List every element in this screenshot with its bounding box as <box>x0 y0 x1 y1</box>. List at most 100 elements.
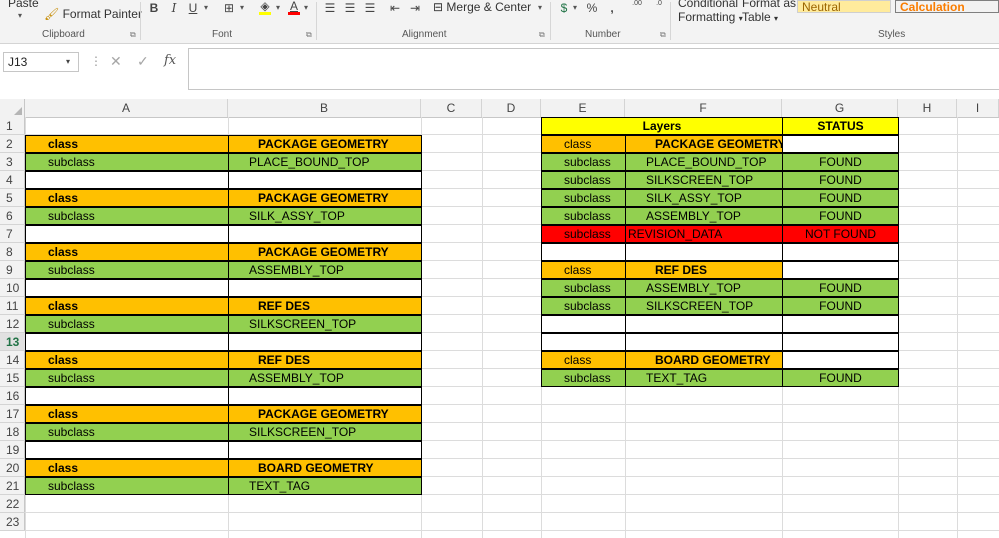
cell-g4[interactable]: FOUND <box>782 171 899 189</box>
increase-decimal-button[interactable]: .00 <box>629 0 645 16</box>
cell-a16[interactable] <box>25 387 229 405</box>
cell-b11[interactable]: REF DES <box>228 297 422 315</box>
cell-g7[interactable]: NOT FOUND <box>782 225 899 243</box>
cell-f6[interactable]: ASSEMBLY_TOP <box>625 207 783 225</box>
cell-e8[interactable] <box>541 243 626 261</box>
cell-a3[interactable]: subclass <box>25 153 229 171</box>
cell-b5[interactable]: PACKAGE GEOMETRY <box>228 189 422 207</box>
cell-f5[interactable]: SILK_ASSY_TOP <box>625 189 783 207</box>
cell-e3[interactable]: subclass <box>541 153 626 171</box>
column-header-g[interactable]: G <box>782 99 898 117</box>
row-header-18[interactable]: 18 <box>0 423 25 441</box>
cell-a19[interactable] <box>25 441 229 459</box>
select-all-button[interactable] <box>0 99 25 117</box>
cell-e6[interactable]: subclass <box>541 207 626 225</box>
cell-e1-layers-header[interactable]: Layers <box>541 117 783 135</box>
cell-g11[interactable]: FOUND <box>782 297 899 315</box>
cell-g15[interactable]: FOUND <box>782 369 899 387</box>
cell-b14[interactable]: REF DES <box>228 351 422 369</box>
align-right-icon[interactable]: ☰ <box>362 0 378 16</box>
enter-checkmark-icon[interactable]: ✓ <box>137 53 149 70</box>
bold-button[interactable]: B <box>146 0 162 16</box>
cell-a15[interactable]: subclass <box>25 369 229 387</box>
column-header-b[interactable]: B <box>228 99 421 117</box>
decrease-indent-icon[interactable]: ⇤ <box>387 0 403 16</box>
cell-f9[interactable]: REF DES <box>625 261 783 279</box>
cell-f10[interactable]: ASSEMBLY_TOP <box>625 279 783 297</box>
column-header-d[interactable]: D <box>482 99 541 117</box>
cell-f2[interactable]: PACKAGE GEOMETRY <box>625 135 783 153</box>
clipboard-launcher-icon[interactable]: ⧉ <box>130 30 136 40</box>
cell-e11[interactable]: subclass <box>541 297 626 315</box>
cell-a18[interactable]: subclass <box>25 423 229 441</box>
cell-area[interactable]: class PACKAGE GEOMETRY subclass PLACE_BOUND… <box>25 117 999 538</box>
cell-e5[interactable]: subclass <box>541 189 626 207</box>
cell-a20[interactable]: class <box>25 459 229 477</box>
conditional-formatting-button[interactable]: Conditional Formatting ▾ <box>678 0 743 24</box>
name-box-dropdown-icon[interactable]: ▾ <box>66 57 70 66</box>
cell-a4[interactable] <box>25 171 229 189</box>
cell-e4[interactable]: subclass <box>541 171 626 189</box>
row-header-6[interactable]: 6 <box>0 207 25 225</box>
cell-a2[interactable]: class <box>25 135 229 153</box>
align-left-icon[interactable]: ☰ <box>322 0 338 16</box>
cell-b10[interactable] <box>228 279 422 297</box>
column-header-a[interactable]: A <box>25 99 228 117</box>
cell-e10[interactable]: subclass <box>541 279 626 297</box>
cell-f8[interactable] <box>625 243 783 261</box>
row-header-22[interactable]: 22 <box>0 495 25 513</box>
row-header-7[interactable]: 7 <box>0 225 25 243</box>
row-header-4[interactable]: 4 <box>0 171 25 189</box>
cell-g14[interactable] <box>782 351 899 369</box>
cell-b3[interactable]: PLACE_BOUND_TOP <box>228 153 422 171</box>
row-header-19[interactable]: 19 <box>0 441 25 459</box>
insert-function-button[interactable]: fx <box>164 53 176 68</box>
column-header-i[interactable]: I <box>957 99 999 117</box>
row-header-14[interactable]: 14 <box>0 351 25 369</box>
neutral-style-button[interactable]: Neutral <box>797 0 891 13</box>
cell-a11[interactable]: class <box>25 297 229 315</box>
font-color-dropdown-icon[interactable]: ▾ <box>304 3 308 12</box>
cell-f12[interactable] <box>625 315 783 333</box>
cell-g2[interactable] <box>782 135 899 153</box>
column-header-f[interactable]: F <box>625 99 782 117</box>
cell-e14[interactable]: class <box>541 351 626 369</box>
row-header-15[interactable]: 15 <box>0 369 25 387</box>
row-header-8[interactable]: 8 <box>0 243 25 261</box>
cell-g5[interactable]: FOUND <box>782 189 899 207</box>
cell-b21[interactable]: TEXT_TAG <box>228 477 422 495</box>
cell-a10[interactable] <box>25 279 229 297</box>
paste-button[interactable]: Paste <box>8 0 39 10</box>
cell-b18[interactable]: SILKSCREEN_TOP <box>228 423 422 441</box>
decrease-decimal-button[interactable]: .0 <box>651 0 667 16</box>
cell-b8[interactable]: PACKAGE GEOMETRY <box>228 243 422 261</box>
cell-a12[interactable]: subclass <box>25 315 229 333</box>
calculation-style-button[interactable]: Calculation <box>895 0 999 13</box>
cell-b9[interactable]: ASSEMBLY_TOP <box>228 261 422 279</box>
row-header-20[interactable]: 20 <box>0 459 25 477</box>
cell-e7[interactable]: subclass <box>541 225 626 243</box>
row-header-11[interactable]: 11 <box>0 297 25 315</box>
row-header-1[interactable]: 1 <box>0 117 25 135</box>
cell-g13[interactable] <box>782 333 899 351</box>
cell-a13[interactable] <box>25 333 229 351</box>
cell-a9[interactable]: subclass <box>25 261 229 279</box>
cell-g10[interactable]: FOUND <box>782 279 899 297</box>
merge-center-button[interactable]: ⊟ Merge & Center <box>433 0 531 14</box>
cell-e9[interactable]: class <box>541 261 626 279</box>
italic-button[interactable]: I <box>166 0 182 16</box>
cell-b13[interactable] <box>228 333 422 351</box>
column-header-c[interactable]: C <box>421 99 482 117</box>
cell-b12[interactable]: SILKSCREEN_TOP <box>228 315 422 333</box>
cell-f11[interactable]: SILKSCREEN_TOP <box>625 297 783 315</box>
cell-f4[interactable]: SILKSCREEN_TOP <box>625 171 783 189</box>
column-header-e[interactable]: E <box>541 99 625 117</box>
row-header-17[interactable]: 17 <box>0 405 25 423</box>
cell-e13[interactable] <box>541 333 626 351</box>
row-header-10[interactable]: 10 <box>0 279 25 297</box>
cell-e2[interactable]: class <box>541 135 626 153</box>
cell-b20[interactable]: BOARD GEOMETRY <box>228 459 422 477</box>
cell-a17[interactable]: class <box>25 405 229 423</box>
cell-b2[interactable]: PACKAGE GEOMETRY <box>228 135 422 153</box>
cell-b4[interactable] <box>228 171 422 189</box>
